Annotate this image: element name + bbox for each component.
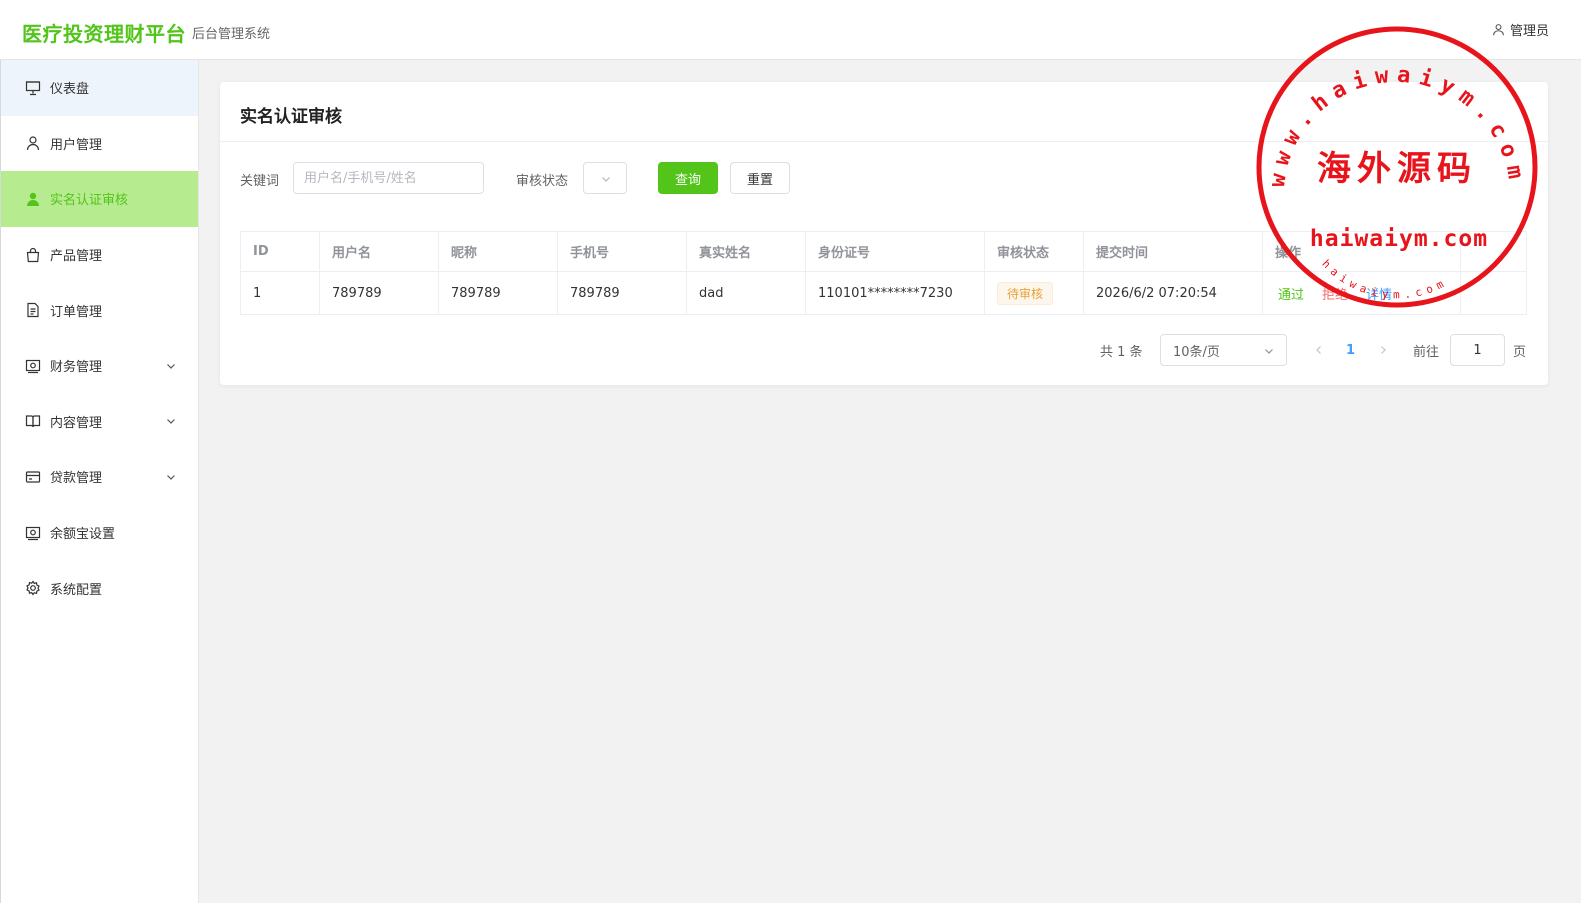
top-header: 医疗投资理财平台 后台管理系统 管理员 xyxy=(0,0,1581,60)
column-header: 操作 xyxy=(1263,232,1461,271)
detail-link[interactable]: 详情 xyxy=(1366,284,1392,303)
goto-page-input[interactable] xyxy=(1450,334,1505,366)
column-header: 审核状态 xyxy=(985,232,1084,271)
user-name: 管理员 xyxy=(1509,24,1549,39)
sidebar-item-dashboard[interactable]: 仪表盘 xyxy=(1,60,198,116)
column-header: 身份证号 xyxy=(806,232,985,271)
page-number-current[interactable]: 1 xyxy=(1346,334,1355,366)
chevron-down-icon xyxy=(602,177,610,182)
sidebar-item-loans[interactable]: 贷款管理 xyxy=(1,449,198,505)
approve-link[interactable]: 通过 xyxy=(1278,284,1304,303)
cell-idcard: 110101********7230 xyxy=(806,272,985,314)
cell-nickname: 789789 xyxy=(439,272,558,314)
next-page-icon[interactable] xyxy=(1378,345,1388,355)
user-icon xyxy=(1493,24,1504,36)
reject-link[interactable]: 拒绝 xyxy=(1322,284,1348,303)
status-label: 审核状态 xyxy=(516,174,569,189)
page-title: 实名认证审核 xyxy=(240,107,342,127)
cell-phone: 789789 xyxy=(558,272,687,314)
column-header: 手机号 xyxy=(558,232,687,271)
column-header: 提交时间 xyxy=(1084,232,1263,271)
card-icon xyxy=(25,469,41,485)
sidebar-item-orders[interactable]: 订单管理 xyxy=(1,282,198,338)
verification-card: 实名认证审核 关键词 审核状态 查询 重置 ID 用户名 昵称 手机号 真实姓名… xyxy=(220,82,1548,385)
table-header: ID 用户名 昵称 手机号 真实姓名 身份证号 审核状态 提交时间 操作 xyxy=(241,232,1526,272)
book-icon xyxy=(25,413,41,429)
status-badge: 待审核 xyxy=(997,281,1054,305)
brand-title: 医疗投资理财平台 xyxy=(22,22,186,46)
chevron-down-icon xyxy=(167,419,175,425)
cell-time: 2026/6/2 07:20:54 xyxy=(1084,272,1263,314)
card-divider xyxy=(220,141,1548,142)
sidebar-item-content[interactable]: 内容管理 xyxy=(1,394,198,450)
status-select[interactable] xyxy=(583,162,627,194)
cell-username: 789789 xyxy=(320,272,439,314)
cell-id: 1 xyxy=(241,272,320,314)
sidebar-item-products[interactable]: 产品管理 xyxy=(1,227,198,283)
prev-page-icon[interactable] xyxy=(1314,345,1324,355)
sidebar-item-label: 内容管理 xyxy=(50,415,103,431)
sidebar-item-label: 贷款管理 xyxy=(50,471,103,487)
column-header: 昵称 xyxy=(439,232,558,271)
column-header: ID xyxy=(241,232,320,271)
sidebar-item-label: 系统配置 xyxy=(50,582,103,598)
column-header-filler xyxy=(1461,232,1526,271)
cell-realname: dad xyxy=(687,272,806,314)
chevron-down-icon xyxy=(167,363,175,369)
dashboard-icon xyxy=(25,80,41,96)
user-menu[interactable]: 管理员 xyxy=(1492,20,1549,39)
sidebar: 仪表盘 用户管理 实名认证审核 产品管理 订单管理 财务管理 内容管理 贷款管理… xyxy=(0,60,199,903)
page-suffix: 页 xyxy=(1513,344,1527,360)
goto-label: 前往 xyxy=(1413,344,1440,360)
cell-status: 待审核 xyxy=(985,272,1084,314)
user-solid-icon xyxy=(25,191,41,207)
user-icon xyxy=(25,135,41,151)
sidebar-item-label: 财务管理 xyxy=(50,360,103,376)
sidebar-item-label: 实名认证审核 xyxy=(50,193,129,209)
sidebar-item-yuebao[interactable]: 余额宝设置 xyxy=(1,505,198,561)
money-icon xyxy=(25,525,41,541)
sidebar-item-users[interactable]: 用户管理 xyxy=(1,116,198,172)
bag-icon xyxy=(25,247,41,263)
table-row: 1 789789 789789 789789 dad 110101*******… xyxy=(241,272,1526,314)
column-header: 用户名 xyxy=(320,232,439,271)
brand-subtitle: 后台管理系统 xyxy=(192,27,271,42)
verification-table: ID 用户名 昵称 手机号 真实姓名 身份证号 审核状态 提交时间 操作 1 7… xyxy=(240,231,1527,315)
document-icon xyxy=(25,302,41,318)
pagination-total: 共 1 条 xyxy=(1100,344,1143,360)
sidebar-item-label: 订单管理 xyxy=(50,304,103,320)
sidebar-item-settings[interactable]: 系统配置 xyxy=(1,560,198,616)
cell-filler xyxy=(1461,272,1526,314)
chevron-down-icon xyxy=(1265,349,1273,354)
sidebar-item-finance[interactable]: 财务管理 xyxy=(1,338,198,394)
sidebar-item-label: 仪表盘 xyxy=(50,82,90,98)
cell-actions: 通过 拒绝 详情 xyxy=(1263,272,1461,314)
page-size-select[interactable]: 10条/页 xyxy=(1160,334,1287,366)
sidebar-item-label: 产品管理 xyxy=(50,249,103,265)
search-button[interactable]: 查询 xyxy=(658,162,718,194)
gear-icon xyxy=(25,580,41,596)
column-header: 真实姓名 xyxy=(687,232,806,271)
chevron-down-icon xyxy=(167,475,175,480)
sidebar-item-label: 余额宝设置 xyxy=(50,527,116,543)
reset-button[interactable]: 重置 xyxy=(730,162,790,194)
sidebar-item-label: 用户管理 xyxy=(50,137,103,153)
sidebar-item-verification[interactable]: 实名认证审核 xyxy=(1,171,198,227)
pagination: 共 1 条 xyxy=(1100,334,1143,366)
keyword-label: 关键词 xyxy=(240,174,280,189)
keyword-input[interactable] xyxy=(293,162,484,194)
page-size-value: 10条/页 xyxy=(1173,344,1220,360)
money-icon xyxy=(25,358,41,374)
